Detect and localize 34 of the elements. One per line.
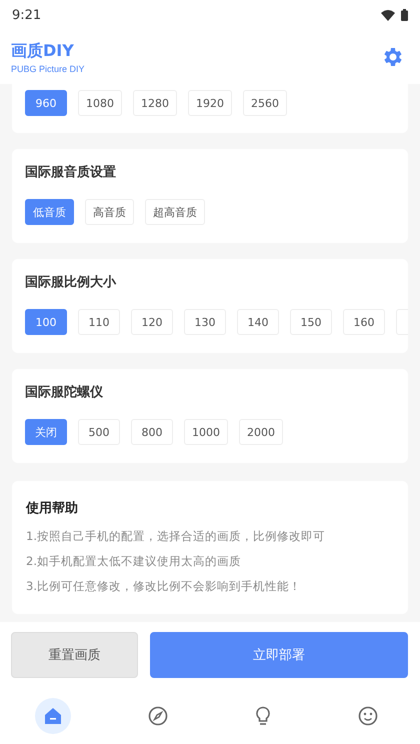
option-button[interactable]: 500 [78, 419, 120, 445]
smiley-icon[interactable] [358, 706, 378, 726]
option-button[interactable]: 140 [237, 309, 279, 335]
option-button[interactable]: 1280 [133, 90, 177, 116]
option-button[interactable]: 1080 [78, 90, 122, 116]
option-button[interactable]: 110 [78, 309, 120, 335]
section-title: 国际服比例大小 [25, 274, 118, 291]
option-button[interactable]: 120 [131, 309, 173, 335]
help-text: 3.比例可任意修改，修改比例不会影响到手机性能！ [26, 579, 302, 594]
option-button[interactable]: 高音质 [85, 199, 134, 225]
section-title: 国际服音质设置 [25, 164, 117, 181]
status-time: 9:21 [12, 8, 42, 22]
option-button[interactable]: 2000 [239, 419, 283, 445]
home-icon[interactable] [44, 707, 62, 725]
option-button[interactable]: 超高音质 [145, 199, 205, 225]
wifi-icon [381, 10, 395, 20]
battery-icon [401, 9, 408, 21]
app-subtitle: PUBG Picture DIY [11, 64, 85, 74]
option-button[interactable]: 800 [131, 419, 173, 445]
help-text: 2.如手机配置太低不建议使用太高的画质 [26, 554, 242, 569]
compass-icon[interactable] [148, 706, 168, 726]
nav-item[interactable] [34, 698, 70, 734]
option-button[interactable]: 130 [184, 309, 226, 335]
option-button[interactable]: 1000 [184, 419, 228, 445]
app-title: 画质DIY [11, 40, 75, 62]
option-button[interactable]: 2560 [243, 90, 287, 116]
help-text: 1.按照自己手机的配置，选择合适的画质，比例修改即可 [26, 529, 326, 544]
option-button[interactable]: 1920 [188, 90, 232, 116]
lightbulb-icon[interactable] [254, 706, 272, 726]
reset-button[interactable]: 重置画质 [11, 632, 138, 678]
option-button[interactable]: 150 [290, 309, 332, 335]
section-title: 国际服陀螺仪 [25, 384, 104, 401]
option-button[interactable]: 160 [343, 309, 385, 335]
help-title: 使用帮助 [26, 500, 79, 517]
